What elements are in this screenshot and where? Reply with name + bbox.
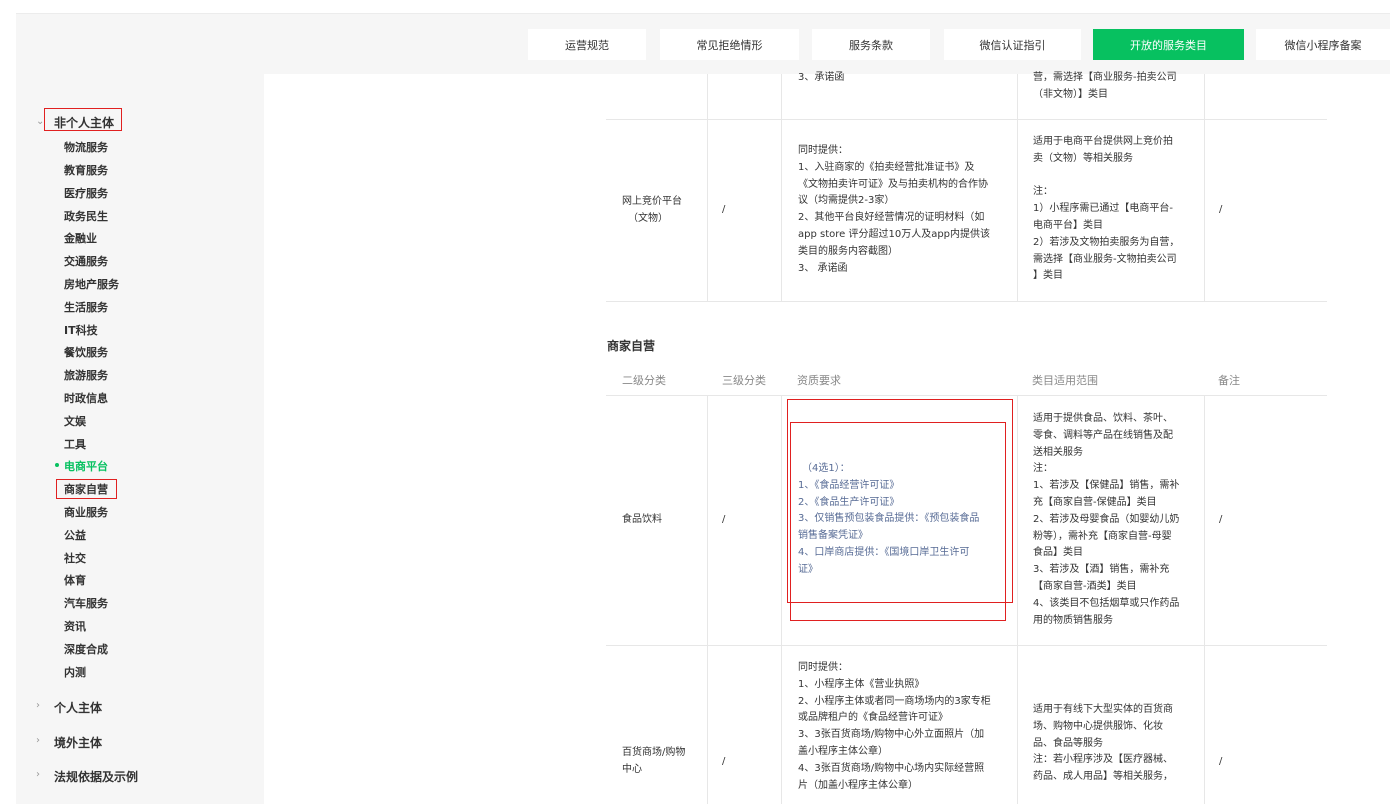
col-header-level3: 三级分类 bbox=[722, 374, 766, 387]
chevron-right-icon[interactable]: › bbox=[36, 700, 40, 711]
table-row-divider bbox=[606, 645, 1327, 646]
requirement-text: 3、承诺函 bbox=[798, 72, 845, 83]
category-name: 食品饮料 bbox=[622, 514, 662, 525]
sidebar-item-travel[interactable]: 旅游服务 bbox=[64, 367, 108, 383]
sidebar-item-entertainment[interactable]: 文娱 bbox=[64, 413, 86, 429]
active-indicator-dot bbox=[55, 463, 59, 467]
subcategory-name: / bbox=[722, 514, 726, 525]
sidebar-item-current-affairs[interactable]: 时政信息 bbox=[64, 390, 108, 406]
col-header-remark: 备注 bbox=[1218, 374, 1240, 387]
table-divider bbox=[781, 395, 782, 804]
sidebar-item-ecommerce[interactable]: 电商平台 bbox=[64, 458, 108, 474]
sidebar-item-public-welfare[interactable]: 公益 bbox=[64, 527, 86, 543]
remark-text: / bbox=[1219, 756, 1223, 767]
table-divider bbox=[707, 395, 708, 804]
tab-miniprogram-filing[interactable]: 微信小程序备案 bbox=[1256, 29, 1390, 60]
subcategory-name: / bbox=[722, 204, 726, 215]
highlight-box bbox=[790, 422, 1006, 621]
highlight-box bbox=[44, 108, 122, 131]
tab-terms-of-service[interactable]: 服务条款 bbox=[812, 29, 930, 60]
table-row-divider bbox=[606, 119, 1327, 120]
requirement-text: 同时提供： 1、小程序主体《营业执照》 2、小程序主体或者同一商场场内的3家专柜… bbox=[798, 662, 991, 791]
sidebar-item-deep-synthesis[interactable]: 深度合成 bbox=[64, 641, 108, 657]
scope-text: 营，需选择【商业服务-拍卖公司 （非文物）】类目 bbox=[1033, 72, 1177, 100]
sidebar-item-news[interactable]: 资讯 bbox=[64, 618, 86, 634]
category-name: 百货商场/购物 中心 bbox=[622, 747, 686, 775]
sidebar-item-finance[interactable]: 金融业 bbox=[64, 230, 97, 246]
subcategory-name: / bbox=[722, 756, 726, 767]
tab-operation-rules[interactable]: 运营规范 bbox=[528, 29, 646, 60]
sidebar-group-personal[interactable]: 个人主体 bbox=[54, 699, 102, 716]
col-header-requirements: 资质要求 bbox=[797, 374, 841, 387]
requirement-text: 同时提供： 1、入驻商家的《拍卖经营批准证书》及 《文物拍卖许可证》及与拍卖机构… bbox=[798, 145, 991, 274]
remark-text: / bbox=[1219, 514, 1223, 525]
sidebar-item-realestate[interactable]: 房地产服务 bbox=[64, 276, 119, 292]
highlight-box bbox=[56, 479, 117, 499]
table-row-divider bbox=[606, 301, 1327, 302]
scope-text: 适用于有线下大型实体的百货商 场、购物中心提供服饰、化妆 品、食品等服务 注：若… bbox=[1033, 704, 1173, 783]
sidebar-item-logistics[interactable]: 物流服务 bbox=[64, 139, 108, 155]
scope-text: 适用于提供食品、饮料、茶叶、 零食、调料等产品在线销售及配 送相关服务 注： 1… bbox=[1033, 413, 1180, 626]
scope-text: 适用于电商平台提供网上竞价拍 卖（文物）等相关服务 注： 1）小程序需已通过【电… bbox=[1033, 136, 1180, 282]
tab-wechat-verification[interactable]: 微信认证指引 bbox=[944, 29, 1081, 60]
sidebar-item-internal-test[interactable]: 内测 bbox=[64, 664, 86, 680]
sidebar-item-sports[interactable]: 体育 bbox=[64, 572, 86, 588]
chevron-right-icon[interactable]: › bbox=[36, 735, 40, 746]
sidebar-group-regulations[interactable]: 法规依据及示例 bbox=[54, 768, 138, 785]
sidebar: ⌄ 非个人主体 物流服务 教育服务 医疗服务 政务民生 金融业 交通服务 房地产… bbox=[16, 74, 264, 804]
sidebar-item-it-tech[interactable]: IT科技 bbox=[64, 322, 98, 338]
table-divider bbox=[707, 74, 708, 301]
table-header-divider bbox=[606, 395, 1327, 396]
sidebar-item-social[interactable]: 社交 bbox=[64, 550, 86, 566]
col-header-level2: 二级分类 bbox=[622, 374, 666, 387]
table-divider bbox=[781, 74, 782, 301]
sidebar-item-education[interactable]: 教育服务 bbox=[64, 162, 108, 178]
sidebar-item-catering[interactable]: 餐饮服务 bbox=[64, 344, 108, 360]
table-divider bbox=[1204, 395, 1205, 804]
sidebar-group-overseas[interactable]: 境外主体 bbox=[54, 734, 102, 751]
top-nav-bar: 运营规范 常见拒绝情形 服务条款 微信认证指引 开放的服务类目 微信小程序备案 bbox=[16, 13, 1390, 74]
table-divider bbox=[1017, 74, 1018, 301]
sidebar-item-auto-services[interactable]: 汽车服务 bbox=[64, 595, 108, 611]
table-divider bbox=[1204, 74, 1205, 301]
col-header-scope: 类目适用范围 bbox=[1032, 374, 1098, 387]
sidebar-item-government[interactable]: 政务民生 bbox=[64, 208, 108, 224]
tab-common-rejections[interactable]: 常见拒绝情形 bbox=[660, 29, 799, 60]
sidebar-item-transport[interactable]: 交通服务 bbox=[64, 253, 108, 269]
tab-open-service-categories[interactable]: 开放的服务类目 bbox=[1093, 29, 1244, 60]
section-title: 商家自营 bbox=[607, 339, 656, 353]
sidebar-item-medical[interactable]: 医疗服务 bbox=[64, 185, 108, 201]
table-divider bbox=[1017, 395, 1018, 804]
category-name: 网上竞价平台 （文物） bbox=[622, 196, 682, 224]
remark-text: / bbox=[1219, 204, 1223, 215]
sidebar-item-business-services[interactable]: 商业服务 bbox=[64, 504, 108, 520]
chevron-right-icon[interactable]: › bbox=[36, 769, 40, 780]
sidebar-item-life-services[interactable]: 生活服务 bbox=[64, 299, 108, 315]
sidebar-item-tools[interactable]: 工具 bbox=[64, 436, 86, 452]
